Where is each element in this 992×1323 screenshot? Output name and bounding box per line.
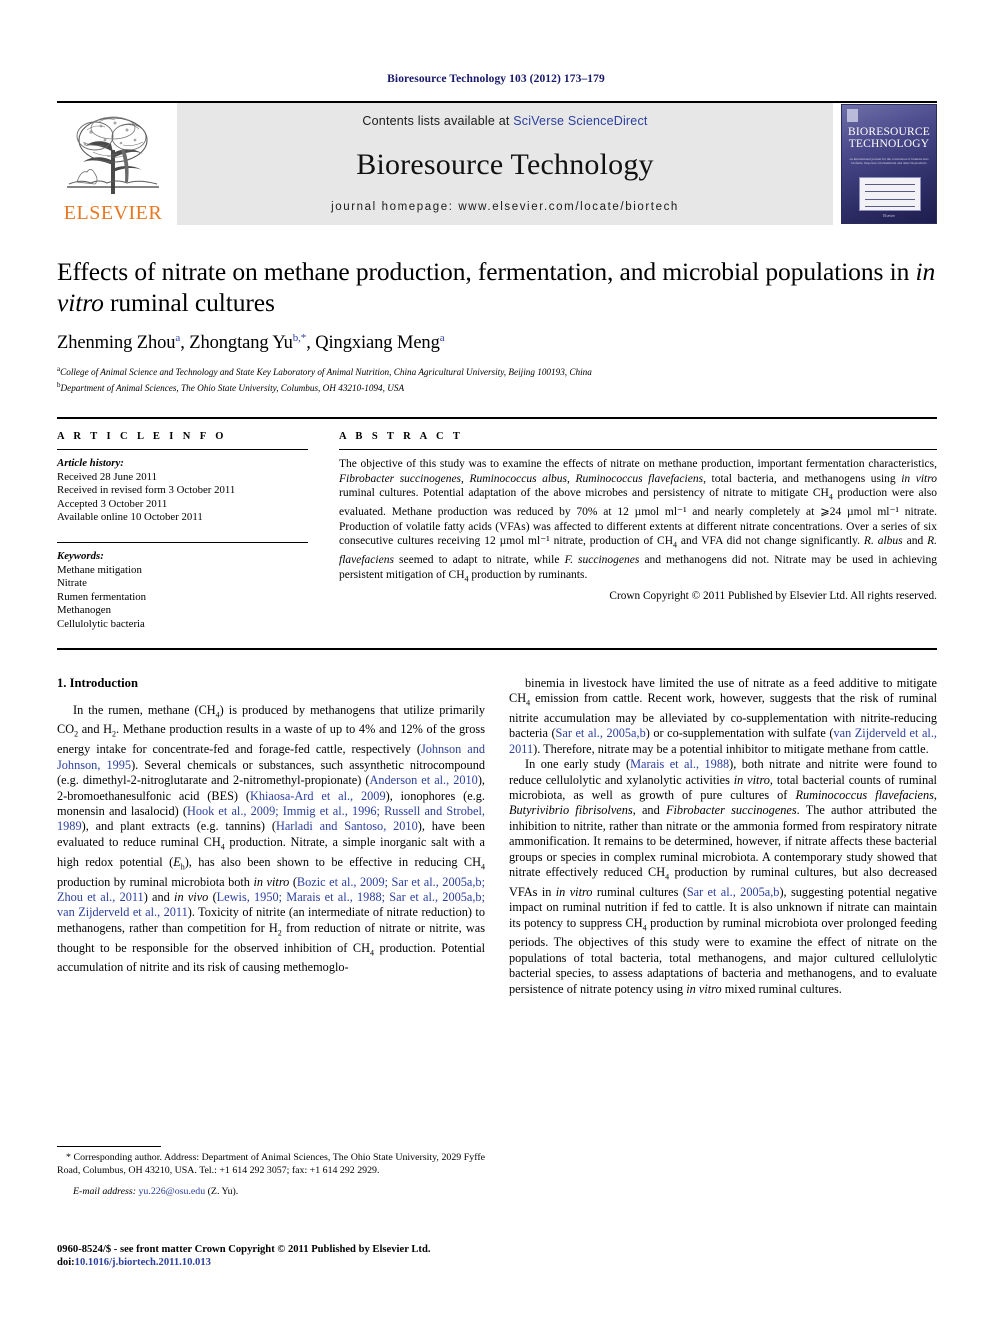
- journal-title: Bioresource Technology: [356, 147, 654, 181]
- body-column-right: binemia in livestock have limited the us…: [509, 676, 937, 997]
- contents-prefix: Contents lists available at: [362, 114, 514, 128]
- history-item: Received in revised form 3 October 2011: [57, 484, 236, 497]
- cover-title: BIORESOURCE TECHNOLOGY: [842, 126, 936, 150]
- keyword-item: Methane mitigation: [57, 563, 142, 576]
- abstract-column: A B S T R A C T The objective of this st…: [330, 431, 937, 632]
- divider: [57, 449, 308, 451]
- sciencedirect-link[interactable]: SciVerse ScienceDirect: [513, 114, 647, 128]
- doi-line: doi:10.1016/j.biortech.2011.10.013: [57, 1256, 577, 1269]
- article-info-heading: A R T I C L E I N F O: [57, 431, 227, 443]
- author-list: Zhenming Zhoua, Zhongtang Yub,*, Qingxia…: [57, 332, 445, 354]
- intro-paragraph-left-1: In the rumen, methane (CH4) is produced …: [57, 702, 486, 975]
- keywords-label: Keywords:: [57, 550, 104, 563]
- title-part-2: ruminal cultures: [103, 288, 275, 317]
- contents-lists-line: Contents lists available at SciVerse Sci…: [362, 114, 647, 128]
- running-head: Bioresource Technology 103 (2012) 173–17…: [387, 73, 605, 85]
- cover-figure: [859, 177, 921, 211]
- page-title: Effects of nitrate on methane production…: [57, 256, 937, 318]
- affiliation-text: Department of Animal Sciences, The Ohio …: [60, 382, 405, 393]
- doi-label: doi:: [57, 1257, 75, 1269]
- affiliation-item: aCollege of Animal Science and Technolog…: [57, 363, 937, 378]
- paper-page: Bioresource Technology 103 (2012) 173–17…: [0, 0, 992, 1323]
- cover-subtitle: an international journal for the convers…: [849, 157, 929, 166]
- body-column-left: 1. Introduction In the rumen, methane (C…: [57, 676, 485, 997]
- issn-line: 0960-8524/$ - see front matter Crown Cop…: [57, 1244, 431, 1255]
- author-name: Qingxiang Meng: [315, 333, 440, 354]
- title-block: Effects of nitrate on methane production…: [57, 256, 937, 394]
- author-affil-marker: a: [439, 332, 445, 344]
- cover-title-line2: TECHNOLOGY: [848, 137, 930, 150]
- email-suffix: (Z. Yu).: [207, 1186, 239, 1198]
- corresponding-author-note: * Corresponding author. Address: Departm…: [57, 1152, 485, 1176]
- journal-cover-thumbnail: BIORESOURCE TECHNOLOGY an international …: [841, 104, 937, 224]
- affiliation-list: aCollege of Animal Science and Technolog…: [57, 363, 937, 394]
- abstract-copyright: Crown Copyright © 2011 Published by Else…: [609, 589, 937, 602]
- article-info-column: A R T I C L E I N F O Article history: R…: [57, 431, 330, 632]
- elsevier-tree-icon: [67, 116, 159, 194]
- body-columns: 1. Introduction In the rumen, methane (C…: [57, 676, 937, 997]
- journal-masthead: ELSEVIER Contents lists available at Sci…: [57, 101, 937, 225]
- info-abstract-band: A R T I C L E I N F O Article history: R…: [57, 417, 937, 650]
- issn-doi-block: 0960-8524/$ - see front matter Crown Cop…: [57, 1243, 577, 1270]
- author-name: Zhenming Zhou: [57, 333, 176, 354]
- abstract-text: The objective of this study was to exami…: [339, 458, 938, 584]
- affiliation-item: bDepartment of Animal Sciences, The Ohio…: [57, 379, 937, 394]
- history-item: Available online 10 October 2011: [57, 511, 203, 524]
- cover-footer: Elsevier: [883, 214, 895, 218]
- doi-link[interactable]: 10.1016/j.biortech.2011.10.013: [75, 1257, 211, 1268]
- email-label: E-mail address:: [73, 1186, 136, 1198]
- keywords-block: Keywords: Methane mitigation Nitrate Rum…: [57, 542, 308, 632]
- affiliation-text: College of Animal Science and Technology…: [60, 367, 592, 378]
- email-note: E-mail address: yu.226@osu.edu (Z. Yu).: [57, 1186, 485, 1199]
- divider: [57, 542, 308, 544]
- history-item: Accepted 3 October 2011: [57, 497, 168, 510]
- abstract-heading: A B S T R A C T: [339, 431, 464, 443]
- article-history-label: Article history:: [57, 457, 124, 470]
- cover-title-line1: BIORESOURCE: [847, 126, 931, 138]
- keyword-item: Methanogen: [57, 604, 111, 617]
- author-affil-marker[interactable]: b,*: [293, 332, 307, 344]
- elsevier-wordmark: ELSEVIER: [63, 202, 163, 224]
- author-affil-marker: a: [175, 332, 181, 344]
- title-part-1: Effects of nitrate on methane production…: [57, 257, 916, 286]
- history-item: Received 28 June 2011: [57, 470, 158, 483]
- keyword-item: Rumen fermentation: [57, 590, 147, 603]
- email-link[interactable]: yu.226@osu.edu: [138, 1186, 205, 1197]
- keywords-group: Keywords: Methane mitigation Nitrate Rum…: [57, 550, 308, 632]
- journal-homepage-line[interactable]: journal homepage: www.elsevier.com/locat…: [331, 201, 679, 213]
- journal-banner: Contents lists available at SciVerse Sci…: [177, 103, 833, 225]
- elsevier-logo: ELSEVIER: [57, 103, 169, 225]
- keyword-item: Cellulolytic bacteria: [57, 618, 145, 631]
- divider: [339, 449, 937, 451]
- intro-paragraph-right-1: binemia in livestock have limited the us…: [509, 675, 937, 756]
- author-name: Zhongtang Yu: [189, 333, 293, 354]
- article-history-group: Article history: Received 28 June 2011 R…: [57, 457, 308, 525]
- footnote-rule: [57, 1146, 161, 1147]
- footnote-block: * Corresponding author. Address: Departm…: [57, 1146, 485, 1199]
- cover-elsevier-icon: [847, 109, 858, 122]
- intro-paragraph-right-2: In one early study (Marais et al., 1988)…: [509, 757, 938, 996]
- keyword-item: Nitrate: [57, 577, 87, 590]
- section-heading-introduction: 1. Introduction: [57, 675, 138, 690]
